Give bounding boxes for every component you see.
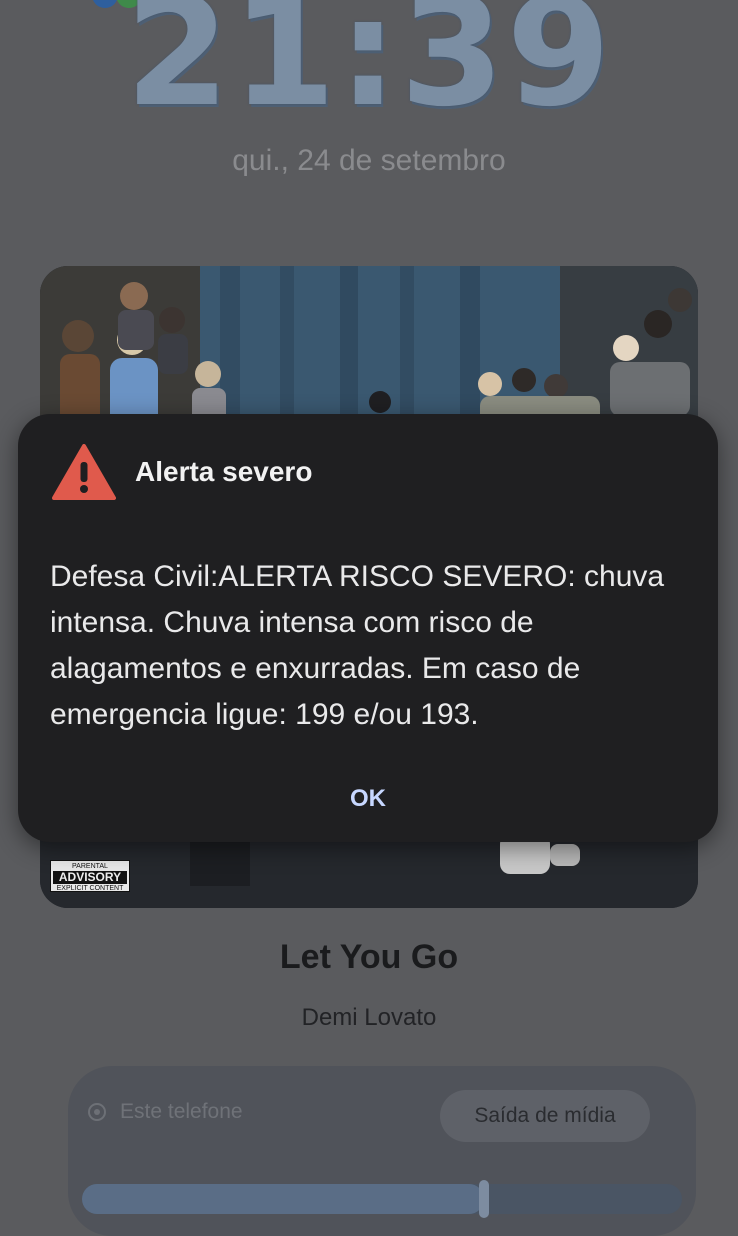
parental-advisory-label: PARENTAL ADVISORY EXPLICIT CONTENT xyxy=(50,860,130,892)
volume-slider-fill xyxy=(82,1184,484,1214)
output-device-label: Este telefone xyxy=(120,1100,243,1123)
ok-button[interactable]: OK xyxy=(318,776,418,822)
alert-message: Defesa Civil:ALERTA RISCO SEVERO: chuva … xyxy=(50,560,665,731)
parental-advisory-top: PARENTAL xyxy=(72,863,108,870)
media-output-button[interactable]: Saída de mídia xyxy=(440,1090,650,1142)
lock-screen-clock: 21:39 xyxy=(125,0,613,140)
alert-title: Alerta severo xyxy=(135,456,313,487)
parental-advisory-main: ADVISORY xyxy=(53,871,127,884)
cast-device-icon xyxy=(88,1103,106,1121)
song-title: Let You Go xyxy=(279,938,459,976)
warning-triangle-icon xyxy=(52,444,116,500)
volume-slider-thumb[interactable] xyxy=(479,1180,489,1218)
media-output-panel: Este telefone Saída de mídia xyxy=(68,1066,696,1236)
volume-slider[interactable] xyxy=(82,1180,682,1218)
lock-screen-date: qui., 24 de setembro xyxy=(232,144,506,177)
song-artist: Demi Lovato xyxy=(301,1004,437,1031)
emergency-alert-dialog: Alerta severo Defesa Civil:ALERTA RISCO … xyxy=(18,414,718,842)
parental-advisory-bottom: EXPLICIT CONTENT xyxy=(56,885,124,892)
